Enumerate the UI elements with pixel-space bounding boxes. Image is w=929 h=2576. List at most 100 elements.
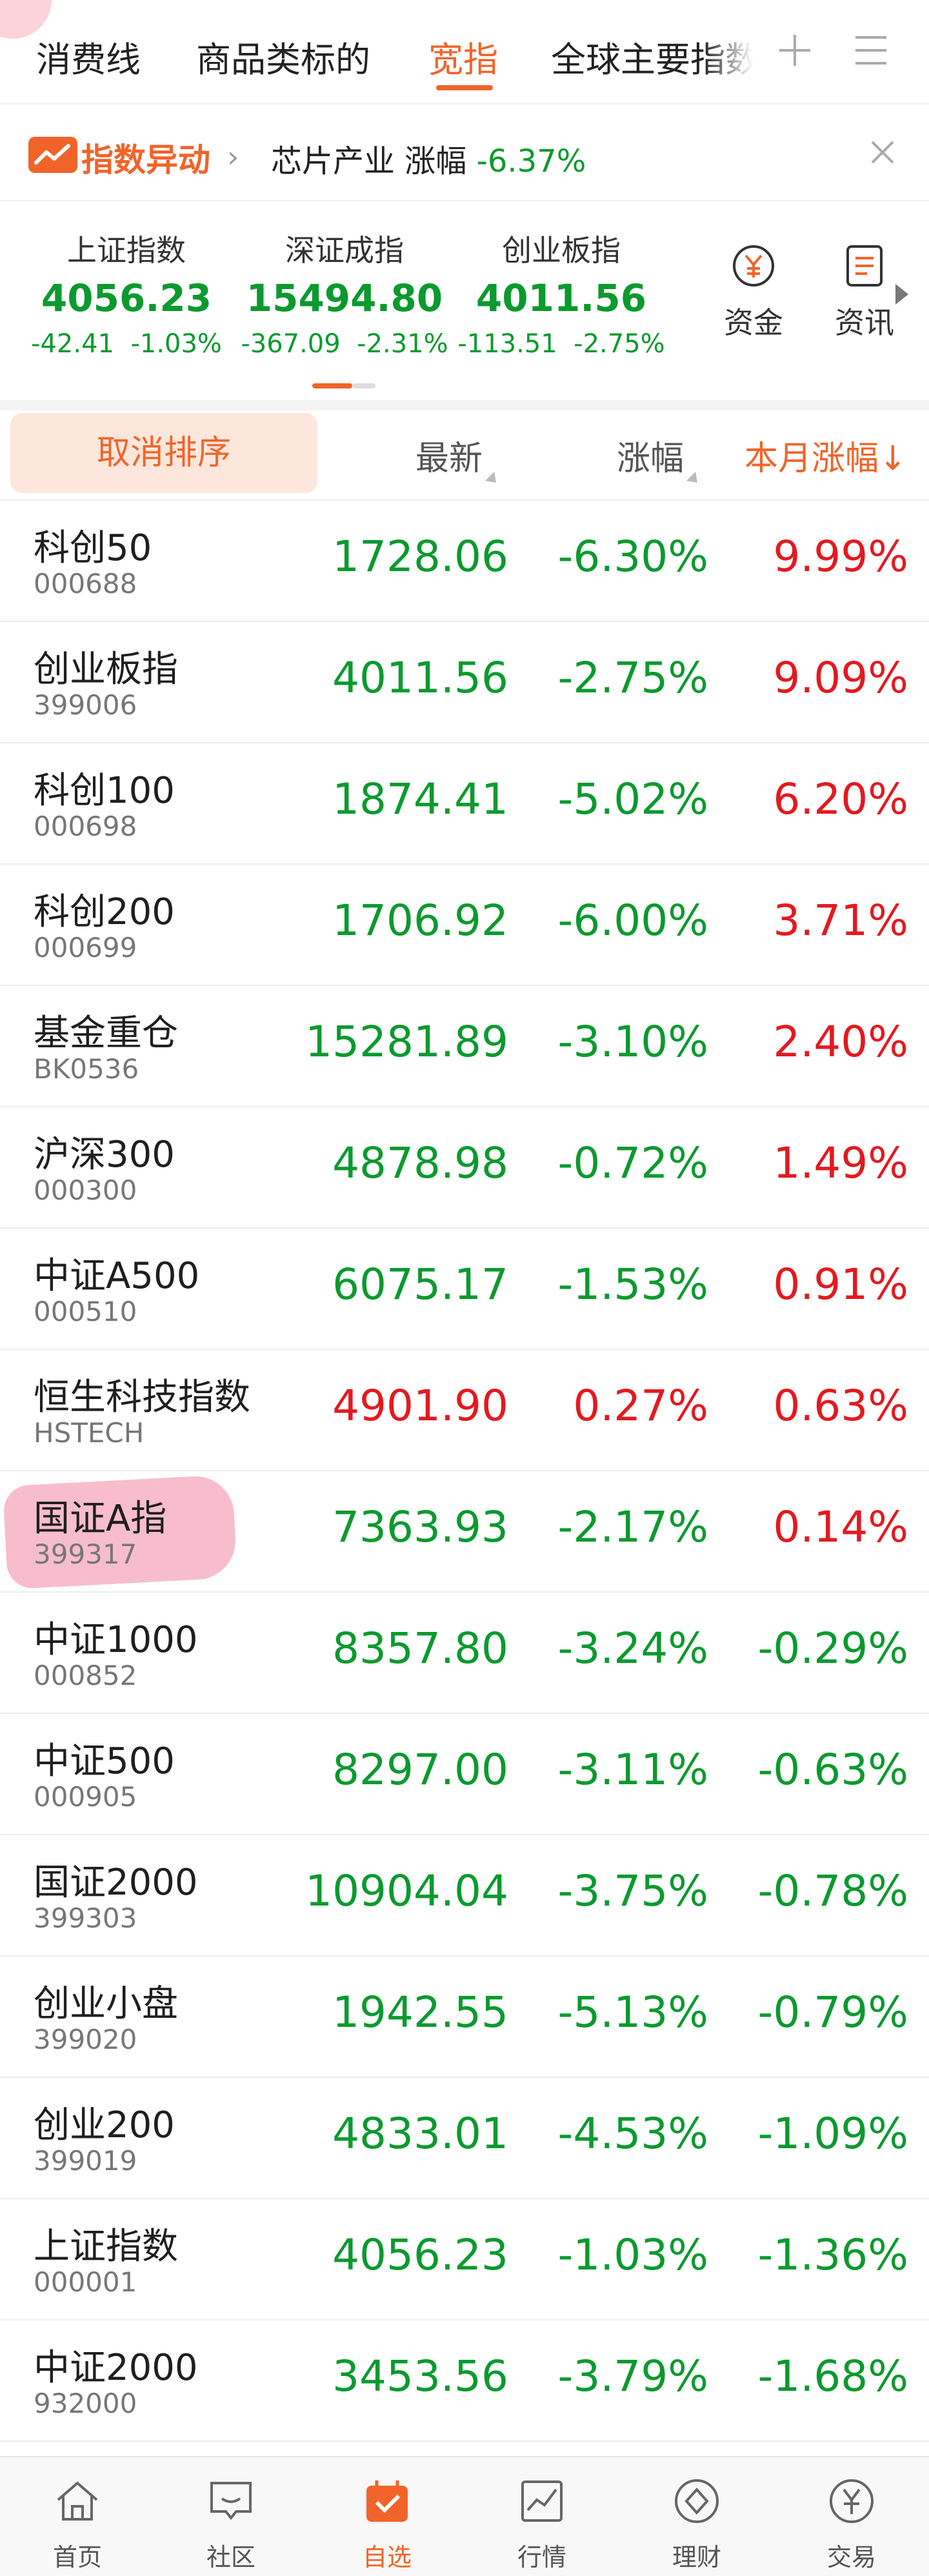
table-row[interactable]: 创业200 399019 4833.01 -4.53% -1.09%	[0, 2078, 929, 2199]
index-code: 399019	[34, 2145, 137, 2177]
alert-metric: 涨幅	[405, 143, 467, 179]
index-card-chinext[interactable]: 创业板指 4011.56 -113.51 -2.75%	[452, 227, 671, 359]
community-icon	[210, 2482, 252, 2521]
table-row[interactable]: 恒生科技指数 HSTECH 4901.90 0.27% 0.63%	[0, 1350, 929, 1471]
funds-button[interactable]: 资金	[715, 240, 792, 342]
index-change: -367.09 -2.31%	[241, 329, 448, 359]
menu-icon[interactable]	[850, 32, 892, 68]
index-card-shanghai[interactable]: 上证指数 4056.23 -42.41 -1.03%	[17, 227, 236, 359]
table-row[interactable]: 创业板指 399006 4011.56 -2.75% 9.09%	[0, 622, 929, 743]
index-code: 399303	[34, 1902, 137, 1934]
latest-price: 4833.01	[332, 2109, 508, 2158]
index-name: 创业200	[34, 2104, 175, 2146]
nav-label: 行情	[517, 2543, 566, 2571]
latest-price: 7363.93	[332, 1502, 508, 1552]
table-row[interactable]: 国证A指 399317 7363.93 -2.17% 0.14%	[0, 1471, 929, 1593]
table-row[interactable]: 科创100 000698 1874.41 -5.02% 6.20%	[0, 743, 929, 865]
daily-change: -1.53%	[557, 1260, 708, 1309]
active-tab-indicator	[436, 85, 493, 90]
daily-change: -4.53%	[557, 2109, 708, 2158]
alert-text: 芯片产业 涨幅 -6.37%	[271, 136, 586, 181]
month-change: 0.91%	[773, 1260, 908, 1309]
nav-label: 社区	[206, 2543, 255, 2571]
scroll-right-icon[interactable]	[895, 284, 908, 305]
divider	[0, 103, 929, 105]
latest-price: 1942.55	[332, 1987, 508, 2037]
index-name: 中证A500	[34, 1255, 200, 1297]
latest-price: 15281.89	[305, 1017, 508, 1067]
bottom-nav: 首页 社区 自选 行情 理财 交易	[0, 2456, 929, 2576]
sort-icon	[686, 471, 703, 488]
nav-label: 自选	[362, 2543, 412, 2571]
add-tab-icon[interactable]	[774, 30, 815, 71]
trade-icon	[830, 2479, 874, 2523]
nav-community[interactable]: 社区	[179, 2474, 283, 2573]
nav-watchlist[interactable]: 自选	[335, 2474, 439, 2573]
daily-change: -6.30%	[557, 532, 708, 581]
nav-wealth[interactable]: 理财	[645, 2474, 748, 2573]
close-icon[interactable]	[863, 133, 902, 172]
alert-title: 指数异动	[81, 141, 210, 179]
index-name: 科创100	[34, 770, 175, 812]
month-change: 0.14%	[773, 1502, 908, 1552]
tab-commodity[interactable]: 商品类标的	[196, 31, 370, 82]
daily-change: -2.75%	[557, 653, 708, 703]
table-row[interactable]: 创业小盘 399020 1942.55 -5.13% -0.79%	[0, 1957, 929, 2078]
divider	[0, 200, 929, 201]
table-row[interactable]: 基金重仓 BK0536 15281.89 -3.10% 2.40%	[0, 986, 929, 1107]
month-change: -1.68%	[757, 2351, 908, 2401]
tab-consumer[interactable]: 消费线	[36, 31, 141, 82]
nav-trade[interactable]: 交易	[800, 2474, 903, 2573]
index-change: -42.41 -1.03%	[31, 329, 222, 359]
table-row[interactable]: 中证1000 000852 8357.80 -3.24% -0.29%	[0, 1593, 929, 1714]
table-row[interactable]: 中证500 000905 8297.00 -3.11% -0.63%	[0, 1714, 929, 1835]
table-row[interactable]: 中证A500 000510 6075.17 -1.53% 0.91%	[0, 1229, 929, 1350]
alert-change: -6.37%	[476, 143, 586, 179]
column-month-change[interactable]: 本月涨幅↓	[744, 431, 907, 479]
index-name: 国证A指	[34, 1498, 167, 1540]
month-change: -0.78%	[757, 1866, 908, 1916]
latest-price: 8297.00	[332, 1745, 508, 1795]
daily-change: -3.11%	[557, 1745, 708, 1795]
table-row[interactable]: 国证2000 399303 10904.04 -3.75% -0.78%	[0, 1835, 929, 1957]
index-code: 000510	[34, 1296, 137, 1327]
home-icon	[57, 2481, 98, 2521]
table-row[interactable]: 沪深300 000300 4878.98 -0.72% 1.49%	[0, 1107, 929, 1229]
latest-price: 3453.56	[332, 2351, 508, 2401]
column-change[interactable]: 涨幅	[617, 431, 703, 488]
index-code: 000688	[34, 568, 137, 599]
daily-change: -3.75%	[557, 1866, 708, 1916]
index-name: 中证1000	[34, 1619, 198, 1661]
index-name: 基金重仓	[34, 1012, 178, 1054]
month-change: 6.20%	[773, 774, 908, 824]
latest-price: 8357.80	[332, 1624, 508, 1673]
index-card-shenzhen[interactable]: 深证成指 15494.80 -367.09 -2.31%	[235, 227, 454, 359]
table-row[interactable]: 中证2000 932000 3453.56 -3.79% -1.68%	[0, 2320, 929, 2442]
daily-change: -3.10%	[557, 1017, 708, 1067]
yuan-coin-icon	[733, 245, 774, 287]
index-code: 932000	[34, 2388, 137, 2419]
index-name: 科创200	[34, 891, 175, 933]
index-code: 000300	[34, 1174, 137, 1206]
index-name: 上证指数	[34, 2226, 178, 2268]
top-tab-bar: 消费线 商品类标的 宽指 全球主要指数	[0, 0, 929, 103]
table-row[interactable]: 科创50 000688 1728.06 -6.30% 9.99%	[0, 501, 929, 622]
news-button[interactable]: 资讯	[826, 240, 903, 342]
tab-broad-index[interactable]: 宽指	[428, 31, 498, 82]
index-code: 399317	[34, 1538, 137, 1570]
index-code: 000905	[34, 1781, 137, 1813]
month-change: 9.09%	[773, 653, 908, 703]
column-latest[interactable]: 最新	[415, 431, 501, 488]
index-value: 15494.80	[246, 276, 443, 320]
funds-label: 资金	[724, 305, 783, 340]
daily-change: -1.03%	[557, 2230, 708, 2280]
nav-home[interactable]: 首页	[26, 2474, 129, 2573]
nav-market[interactable]: 行情	[490, 2474, 594, 2573]
index-name: 创业小盘	[34, 1983, 178, 2025]
month-change: -1.09%	[757, 2109, 908, 2158]
cancel-sort-button[interactable]: 取消排序	[10, 413, 317, 493]
table-row[interactable]: 科创200 000699 1706.92 -6.00% 3.71%	[0, 865, 929, 986]
month-change: 3.71%	[773, 896, 908, 945]
table-row[interactable]: 上证指数 000001 4056.23 -1.03% -1.36%	[0, 2199, 929, 2320]
index-code: 399006	[34, 689, 137, 721]
